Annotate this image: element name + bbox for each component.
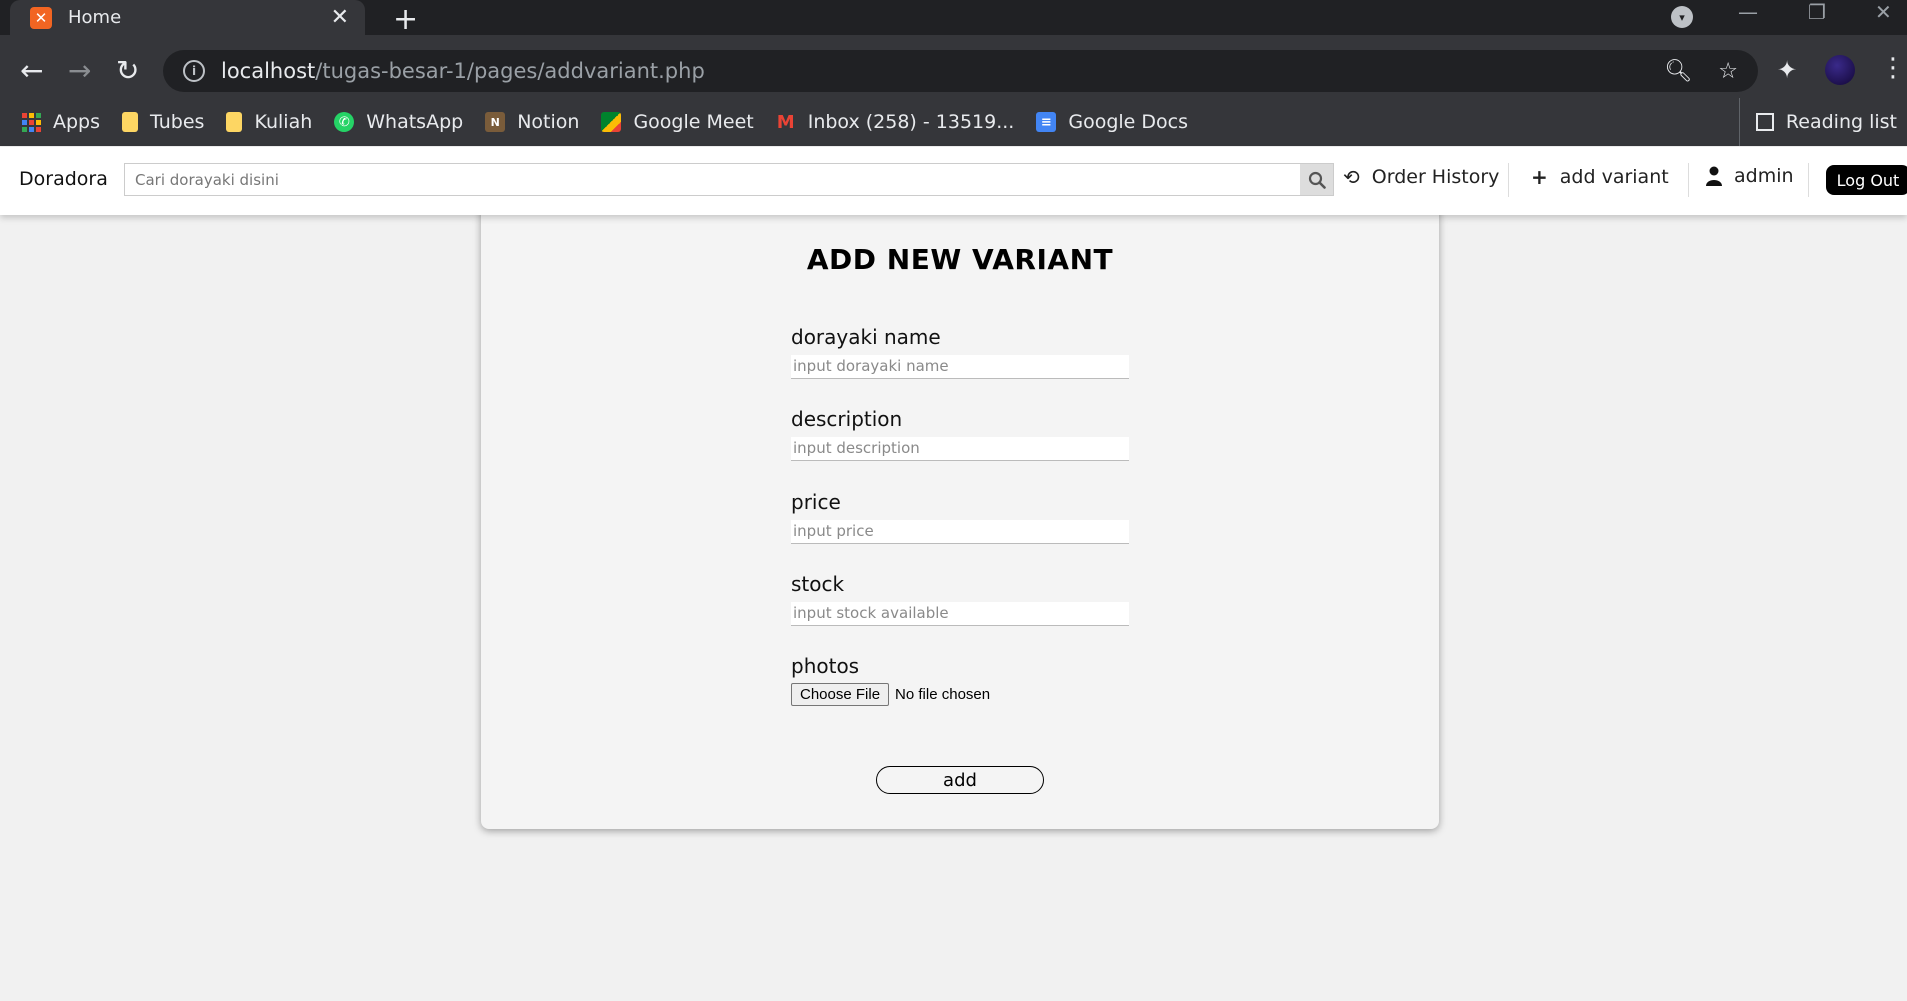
- stock-input[interactable]: input stock available: [791, 602, 1129, 626]
- photos-field: photos Choose File No file chosen: [791, 654, 1131, 706]
- browser-tab-strip: ✕ Home ✕ + ▾ — ❐ ✕: [0, 0, 1907, 37]
- description-input[interactable]: input description: [791, 437, 1129, 461]
- tab-title: Home: [68, 7, 122, 28]
- reload-icon[interactable]: ↻: [116, 35, 139, 105]
- google-docs-icon: ≡: [1036, 112, 1057, 132]
- price-input[interactable]: input price: [791, 520, 1129, 544]
- whatsapp-icon: ✆: [334, 112, 355, 132]
- browser-menu-icon[interactable]: ⋮: [1880, 53, 1906, 83]
- bookmark-label: Google Docs: [1068, 111, 1188, 133]
- site-brand[interactable]: Doradora: [19, 168, 108, 190]
- bookmark-label: Google Meet: [633, 111, 754, 133]
- price-field: price input price: [791, 490, 1131, 544]
- restore-window-icon[interactable]: ❐: [1808, 0, 1826, 24]
- choose-file-button[interactable]: Choose File: [791, 683, 890, 706]
- field-label: dorayaki name: [791, 325, 941, 349]
- bookmark-label: Apps: [53, 111, 101, 133]
- reading-list-label: Reading list: [1785, 111, 1897, 133]
- nav-divider: [1808, 163, 1809, 197]
- bookmark-google-docs[interactable]: ≡ Google Docs: [1036, 111, 1188, 133]
- search-button[interactable]: [1300, 164, 1333, 195]
- url-host: localhost: [221, 59, 316, 83]
- search-icon: [1308, 171, 1326, 189]
- bookmark-label: Inbox (258) - 13519...: [807, 111, 1015, 133]
- search-bar: Cari dorayaki disini: [124, 163, 1334, 196]
- dorayaki-name-field: dorayaki name input dorayaki name: [791, 325, 1131, 379]
- xampp-favicon-icon: ✕: [30, 6, 52, 29]
- field-label: description: [791, 407, 903, 431]
- site-info-icon[interactable]: i: [183, 60, 205, 82]
- bookmark-gmail[interactable]: M Inbox (258) - 13519...: [776, 111, 1015, 133]
- back-arrow-icon[interactable]: ←: [20, 35, 43, 105]
- order-history-link[interactable]: ⟲ Order History: [1343, 165, 1499, 189]
- apps-grid-icon: [22, 112, 41, 132]
- form-title: ADD NEW VARIANT: [806, 243, 1114, 276]
- add-button[interactable]: add: [876, 766, 1044, 794]
- tab-search-icon[interactable]: ▾: [1671, 6, 1693, 28]
- url-path: /tugas-besar-1/pages/addvariant.php: [315, 59, 705, 83]
- logout-button[interactable]: Log Out: [1826, 165, 1907, 195]
- url-text[interactable]: localhost/tugas-besar-1/pages/addvariant…: [221, 59, 1638, 83]
- description-field: description input description: [791, 407, 1131, 461]
- reading-list-button[interactable]: Reading list: [1738, 98, 1897, 146]
- bookmark-whatsapp[interactable]: ✆ WhatsApp: [334, 111, 463, 133]
- site-navbar: Doradora Cari dorayaki disini ⟲ Order Hi…: [0, 147, 1907, 215]
- bookmarks-bar: Apps Tubes Kuliah ✆ WhatsApp N Notion Go…: [0, 98, 1907, 146]
- address-bar[interactable]: i localhost/tugas-besar-1/pages/addvaria…: [163, 50, 1758, 92]
- folder-icon: [122, 112, 139, 132]
- field-label: photos: [791, 654, 860, 678]
- bookmark-kuliah[interactable]: Kuliah: [226, 111, 312, 133]
- history-icon: ⟲: [1343, 165, 1360, 189]
- field-label: stock: [791, 572, 845, 596]
- file-status: No file chosen: [895, 686, 991, 703]
- bookmark-notion[interactable]: N Notion: [485, 111, 579, 133]
- minimize-window-icon[interactable]: —: [1738, 0, 1758, 24]
- user-menu[interactable]: admin: [1706, 165, 1794, 187]
- bookmark-apps[interactable]: Apps: [22, 111, 100, 133]
- close-window-icon[interactable]: ✕: [1875, 0, 1892, 24]
- new-tab-icon[interactable]: +: [393, 2, 418, 37]
- file-picker: Choose File No file chosen: [791, 683, 1131, 706]
- folder-icon: [226, 112, 243, 132]
- bookmark-google-meet[interactable]: Google Meet: [601, 111, 754, 133]
- nav-divider: [1508, 163, 1509, 197]
- extensions-puzzle-icon[interactable]: ✦: [1777, 56, 1797, 84]
- notion-icon: N: [485, 112, 506, 132]
- bookmark-label: Kuliah: [254, 111, 313, 133]
- gmail-icon: M: [776, 111, 795, 133]
- forward-arrow-icon[interactable]: →: [68, 35, 91, 105]
- nav-divider: [1688, 163, 1689, 197]
- add-variant-label: add variant: [1559, 166, 1669, 188]
- close-tab-icon[interactable]: ✕: [331, 5, 349, 30]
- browser-toolbar: ← → ↻ i localhost/tugas-besar-1/pages/ad…: [0, 35, 1907, 105]
- username-label: admin: [1734, 165, 1794, 187]
- add-variant-link[interactable]: + add variant: [1531, 165, 1669, 189]
- bookmark-tubes[interactable]: Tubes: [122, 111, 204, 133]
- profile-avatar[interactable]: [1825, 55, 1855, 85]
- browser-tab-home[interactable]: ✕ Home ✕: [10, 0, 365, 35]
- reading-list-icon: [1755, 113, 1774, 131]
- bookmark-label: Tubes: [150, 111, 205, 133]
- plus-icon: +: [1531, 165, 1548, 189]
- order-history-label: Order History: [1371, 166, 1500, 188]
- bookmark-star-icon[interactable]: ☆: [1718, 59, 1738, 84]
- google-meet-icon: [601, 112, 622, 132]
- search-input[interactable]: Cari dorayaki disini: [125, 164, 1300, 195]
- zoom-icon[interactable]: 🔍︎: [1664, 59, 1692, 84]
- bookmark-label: WhatsApp: [366, 111, 464, 133]
- stock-field: stock input stock available: [791, 572, 1131, 626]
- add-variant-card: ADD NEW VARIANT dorayaki name input dora…: [481, 205, 1439, 829]
- field-label: price: [791, 490, 841, 514]
- dorayaki-name-input[interactable]: input dorayaki name: [791, 355, 1129, 379]
- bookmark-label: Notion: [517, 111, 580, 133]
- user-icon: [1706, 166, 1722, 186]
